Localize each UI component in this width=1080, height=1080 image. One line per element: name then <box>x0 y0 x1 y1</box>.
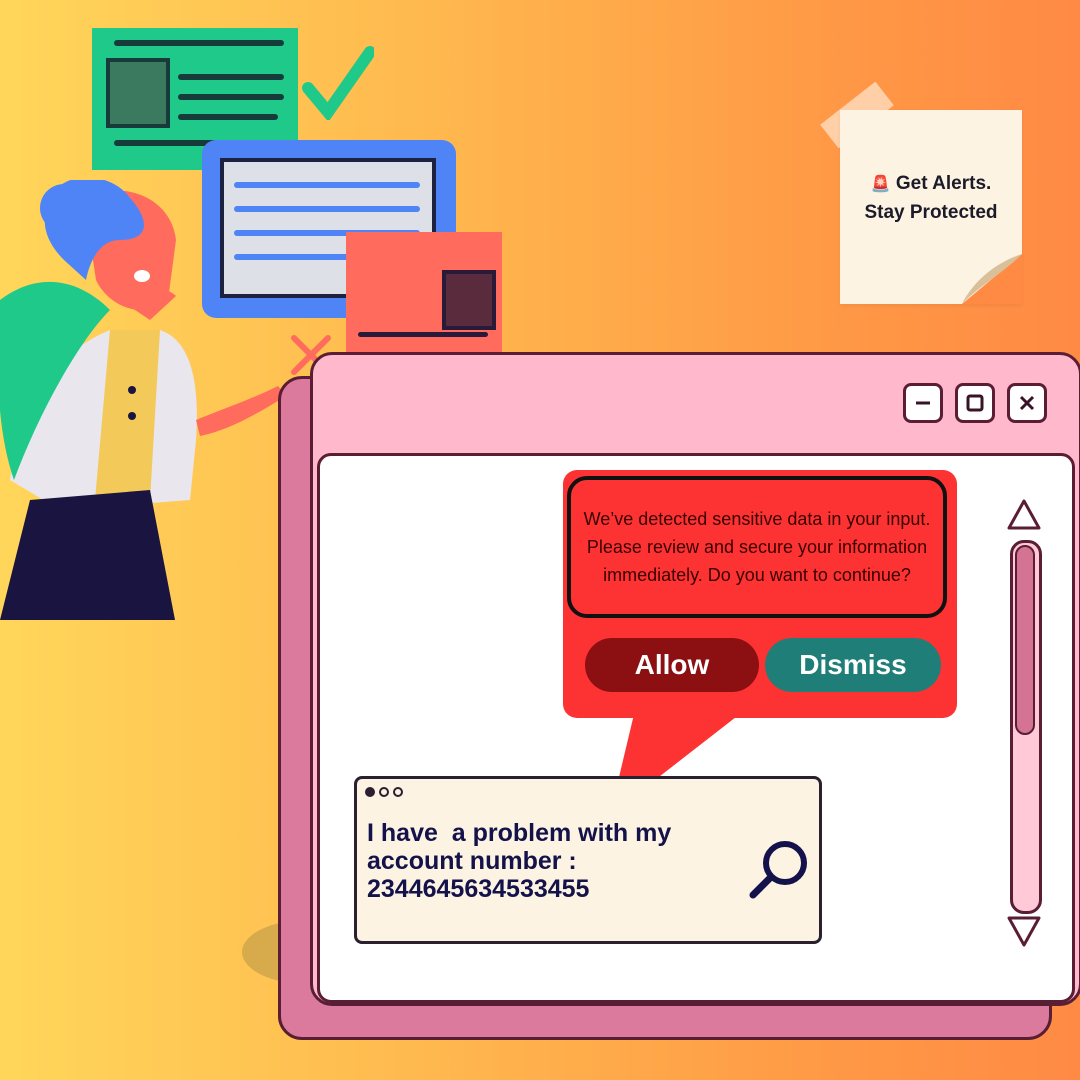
page-curl-decoration <box>962 254 1022 304</box>
input-line-2: account number : <box>367 847 577 875</box>
scroll-down-button[interactable] <box>1006 914 1042 948</box>
sticky-note-line2: Stay Protected <box>864 202 998 223</box>
alarm-icon: 🚨 <box>870 176 891 193</box>
minimize-button[interactable] <box>903 383 943 423</box>
input-line-1: I have a problem with my <box>367 819 672 847</box>
minimize-icon <box>916 401 930 405</box>
allow-button[interactable]: Allow <box>585 638 759 692</box>
close-icon <box>1019 395 1035 411</box>
maximize-button[interactable] <box>955 383 995 423</box>
sensitive-data-alert: We’ve detected sensitive data in your in… <box>563 470 957 718</box>
maximize-icon <box>966 394 984 412</box>
alert-message: We’ve detected sensitive data in your in… <box>567 476 947 618</box>
checkmark-icon <box>302 46 374 120</box>
woman-illustration <box>0 180 286 620</box>
window-dots <box>365 787 403 797</box>
scrollbar-track[interactable] <box>1010 540 1042 914</box>
sticky-note-line1: Get Alerts. <box>895 173 992 194</box>
dismiss-button[interactable]: Dismiss <box>765 638 941 692</box>
input-line-3: 2344645634533455 <box>367 875 590 903</box>
input-text[interactable]: I have a problem with my account number … <box>367 819 707 903</box>
close-button[interactable] <box>1007 383 1047 423</box>
search-icon[interactable] <box>747 837 813 903</box>
scroll-up-button[interactable] <box>1006 498 1042 532</box>
scrollbar-thumb[interactable] <box>1015 545 1035 735</box>
chat-input-box[interactable]: I have a problem with my account number … <box>354 776 822 944</box>
